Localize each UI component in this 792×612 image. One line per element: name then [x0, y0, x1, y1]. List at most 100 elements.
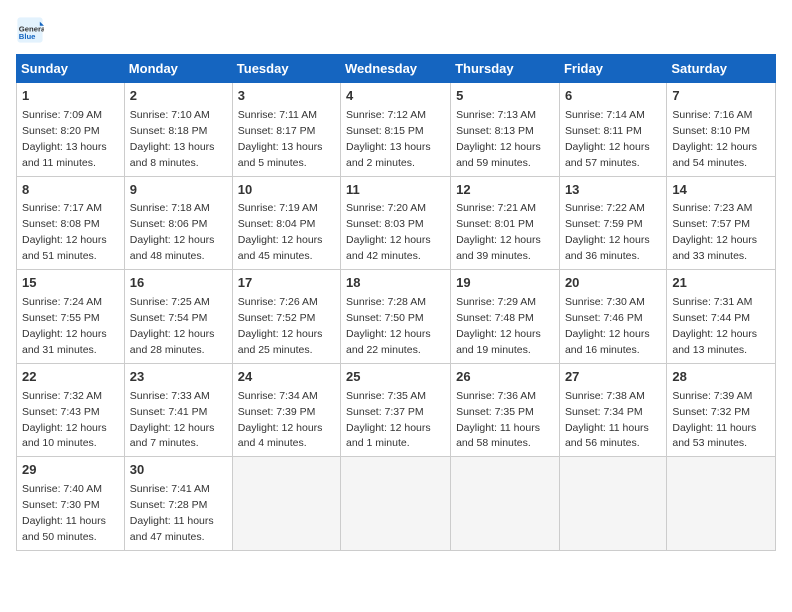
calendar-day-cell: 18 Sunrise: 7:28 AMSunset: 7:50 PMDaylig…: [341, 270, 451, 364]
day-info: Sunrise: 7:26 AMSunset: 7:52 PMDaylight:…: [238, 296, 323, 356]
day-number: 15: [22, 274, 119, 293]
calendar-week-row: 29 Sunrise: 7:40 AMSunset: 7:30 PMDaylig…: [17, 457, 776, 551]
calendar-day-cell: 21 Sunrise: 7:31 AMSunset: 7:44 PMDaylig…: [667, 270, 776, 364]
day-number: 9: [130, 181, 227, 200]
day-info: Sunrise: 7:16 AMSunset: 8:10 PMDaylight:…: [672, 109, 757, 169]
calendar-day-cell: 2 Sunrise: 7:10 AMSunset: 8:18 PMDayligh…: [124, 83, 232, 177]
day-info: Sunrise: 7:25 AMSunset: 7:54 PMDaylight:…: [130, 296, 215, 356]
day-info: Sunrise: 7:38 AMSunset: 7:34 PMDaylight:…: [565, 390, 649, 450]
day-info: Sunrise: 7:30 AMSunset: 7:46 PMDaylight:…: [565, 296, 650, 356]
day-number: 8: [22, 181, 119, 200]
day-number: 5: [456, 87, 554, 106]
calendar-day-cell: 19 Sunrise: 7:29 AMSunset: 7:48 PMDaylig…: [451, 270, 560, 364]
day-info: Sunrise: 7:19 AMSunset: 8:04 PMDaylight:…: [238, 202, 323, 262]
calendar-day-cell: 5 Sunrise: 7:13 AMSunset: 8:13 PMDayligh…: [451, 83, 560, 177]
calendar-day-cell: 23 Sunrise: 7:33 AMSunset: 7:41 PMDaylig…: [124, 363, 232, 457]
day-number: 6: [565, 87, 661, 106]
calendar-day-cell: 9 Sunrise: 7:18 AMSunset: 8:06 PMDayligh…: [124, 176, 232, 270]
day-info: Sunrise: 7:40 AMSunset: 7:30 PMDaylight:…: [22, 483, 106, 543]
day-info: Sunrise: 7:29 AMSunset: 7:48 PMDaylight:…: [456, 296, 541, 356]
calendar-week-row: 8 Sunrise: 7:17 AMSunset: 8:08 PMDayligh…: [17, 176, 776, 270]
calendar-week-row: 22 Sunrise: 7:32 AMSunset: 7:43 PMDaylig…: [17, 363, 776, 457]
calendar-day-cell: 27 Sunrise: 7:38 AMSunset: 7:34 PMDaylig…: [559, 363, 666, 457]
day-info: Sunrise: 7:33 AMSunset: 7:41 PMDaylight:…: [130, 390, 215, 450]
day-number: 2: [130, 87, 227, 106]
calendar-day-cell: 26 Sunrise: 7:36 AMSunset: 7:35 PMDaylig…: [451, 363, 560, 457]
svg-text:Blue: Blue: [19, 32, 36, 41]
header: General Blue: [16, 16, 776, 44]
day-number: 3: [238, 87, 335, 106]
calendar-day-cell: 25 Sunrise: 7:35 AMSunset: 7:37 PMDaylig…: [341, 363, 451, 457]
weekday-header: Friday: [559, 55, 666, 83]
day-info: Sunrise: 7:41 AMSunset: 7:28 PMDaylight:…: [130, 483, 214, 543]
day-number: 16: [130, 274, 227, 293]
calendar-day-cell: 24 Sunrise: 7:34 AMSunset: 7:39 PMDaylig…: [232, 363, 340, 457]
calendar-day-cell: 29 Sunrise: 7:40 AMSunset: 7:30 PMDaylig…: [17, 457, 125, 551]
day-info: Sunrise: 7:09 AMSunset: 8:20 PMDaylight:…: [22, 109, 107, 169]
weekday-header: Tuesday: [232, 55, 340, 83]
logo: General Blue: [16, 16, 48, 44]
day-number: 17: [238, 274, 335, 293]
calendar-day-cell: 13 Sunrise: 7:22 AMSunset: 7:59 PMDaylig…: [559, 176, 666, 270]
day-info: Sunrise: 7:34 AMSunset: 7:39 PMDaylight:…: [238, 390, 323, 450]
day-number: 14: [672, 181, 770, 200]
calendar-day-cell: [559, 457, 666, 551]
day-info: Sunrise: 7:28 AMSunset: 7:50 PMDaylight:…: [346, 296, 431, 356]
day-number: 11: [346, 181, 445, 200]
day-number: 26: [456, 368, 554, 387]
calendar-day-cell: 12 Sunrise: 7:21 AMSunset: 8:01 PMDaylig…: [451, 176, 560, 270]
day-number: 10: [238, 181, 335, 200]
calendar-day-cell: 11 Sunrise: 7:20 AMSunset: 8:03 PMDaylig…: [341, 176, 451, 270]
day-number: 23: [130, 368, 227, 387]
day-info: Sunrise: 7:17 AMSunset: 8:08 PMDaylight:…: [22, 202, 107, 262]
calendar-day-cell: 20 Sunrise: 7:30 AMSunset: 7:46 PMDaylig…: [559, 270, 666, 364]
calendar-day-cell: 6 Sunrise: 7:14 AMSunset: 8:11 PMDayligh…: [559, 83, 666, 177]
day-number: 20: [565, 274, 661, 293]
calendar-day-cell: 3 Sunrise: 7:11 AMSunset: 8:17 PMDayligh…: [232, 83, 340, 177]
day-number: 4: [346, 87, 445, 106]
calendar-day-cell: 8 Sunrise: 7:17 AMSunset: 8:08 PMDayligh…: [17, 176, 125, 270]
day-number: 29: [22, 461, 119, 480]
day-info: Sunrise: 7:39 AMSunset: 7:32 PMDaylight:…: [672, 390, 756, 450]
calendar-day-cell: [667, 457, 776, 551]
day-number: 21: [672, 274, 770, 293]
calendar-header-row: SundayMondayTuesdayWednesdayThursdayFrid…: [17, 55, 776, 83]
calendar-day-cell: 14 Sunrise: 7:23 AMSunset: 7:57 PMDaylig…: [667, 176, 776, 270]
day-number: 24: [238, 368, 335, 387]
calendar: SundayMondayTuesdayWednesdayThursdayFrid…: [16, 54, 776, 551]
calendar-day-cell: 15 Sunrise: 7:24 AMSunset: 7:55 PMDaylig…: [17, 270, 125, 364]
calendar-day-cell: 30 Sunrise: 7:41 AMSunset: 7:28 PMDaylig…: [124, 457, 232, 551]
calendar-day-cell: 1 Sunrise: 7:09 AMSunset: 8:20 PMDayligh…: [17, 83, 125, 177]
weekday-header: Thursday: [451, 55, 560, 83]
day-number: 12: [456, 181, 554, 200]
calendar-day-cell: 4 Sunrise: 7:12 AMSunset: 8:15 PMDayligh…: [341, 83, 451, 177]
day-info: Sunrise: 7:14 AMSunset: 8:11 PMDaylight:…: [565, 109, 650, 169]
calendar-week-row: 15 Sunrise: 7:24 AMSunset: 7:55 PMDaylig…: [17, 270, 776, 364]
day-number: 7: [672, 87, 770, 106]
weekday-header: Wednesday: [341, 55, 451, 83]
calendar-day-cell: [341, 457, 451, 551]
day-number: 30: [130, 461, 227, 480]
weekday-header: Sunday: [17, 55, 125, 83]
day-info: Sunrise: 7:23 AMSunset: 7:57 PMDaylight:…: [672, 202, 757, 262]
calendar-week-row: 1 Sunrise: 7:09 AMSunset: 8:20 PMDayligh…: [17, 83, 776, 177]
day-number: 13: [565, 181, 661, 200]
weekday-header: Saturday: [667, 55, 776, 83]
day-info: Sunrise: 7:22 AMSunset: 7:59 PMDaylight:…: [565, 202, 650, 262]
calendar-day-cell: 22 Sunrise: 7:32 AMSunset: 7:43 PMDaylig…: [17, 363, 125, 457]
day-info: Sunrise: 7:13 AMSunset: 8:13 PMDaylight:…: [456, 109, 541, 169]
logo-icon: General Blue: [16, 16, 44, 44]
calendar-day-cell: 17 Sunrise: 7:26 AMSunset: 7:52 PMDaylig…: [232, 270, 340, 364]
day-info: Sunrise: 7:36 AMSunset: 7:35 PMDaylight:…: [456, 390, 540, 450]
day-number: 1: [22, 87, 119, 106]
calendar-day-cell: 28 Sunrise: 7:39 AMSunset: 7:32 PMDaylig…: [667, 363, 776, 457]
day-info: Sunrise: 7:12 AMSunset: 8:15 PMDaylight:…: [346, 109, 431, 169]
day-info: Sunrise: 7:21 AMSunset: 8:01 PMDaylight:…: [456, 202, 541, 262]
calendar-day-cell: 16 Sunrise: 7:25 AMSunset: 7:54 PMDaylig…: [124, 270, 232, 364]
day-number: 19: [456, 274, 554, 293]
day-info: Sunrise: 7:31 AMSunset: 7:44 PMDaylight:…: [672, 296, 757, 356]
day-number: 18: [346, 274, 445, 293]
weekday-header: Monday: [124, 55, 232, 83]
day-number: 27: [565, 368, 661, 387]
day-number: 25: [346, 368, 445, 387]
